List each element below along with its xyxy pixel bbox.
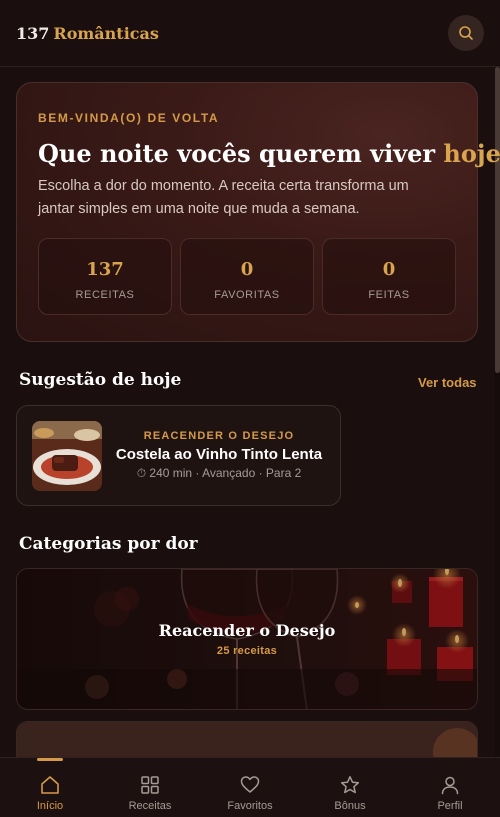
search-button[interactable] [448,15,484,51]
categories-section-title: Categorias por dor [19,534,198,554]
nav-item-bonus[interactable]: Bônus [300,758,400,817]
nav-label: Bônus [334,800,366,812]
category-count: 25 receitas [216,645,278,657]
hero-subtitle: Escolha a dor do momento. A receita cert… [38,178,409,217]
welcome-hero-card: BEM-VINDA(O) DE VOLTA Que noite vocês qu… [16,82,500,342]
user-icon [441,776,459,795]
brand-number: 137 [16,23,50,43]
nav-item-favoritos[interactable]: Favoritos [200,758,300,817]
heart-icon [240,776,260,793]
suggestion-card[interactable]: REACENDER O DESEJO Costela ao Vinho Tint… [16,405,341,506]
suggestion-section-title: Sugestão de hoje [19,370,182,390]
stat-label: FEITAS [368,289,410,301]
stat-value: 0 [382,259,396,280]
grid-icon [141,776,159,794]
app-header: 137 Românticas [0,0,500,67]
recipe-thumbnail [32,421,102,491]
suggestion-title: Costela ao Vinho Tinto Lenta [115,446,323,463]
stat-recipes[interactable]: 137 RECEITAS [38,238,172,315]
nav-item-inicio[interactable]: Início [0,758,100,817]
brand-logo[interactable]: 137 Românticas [16,24,159,43]
nav-label: Início [36,800,64,812]
suggestion-category: REACENDER O DESEJO [143,430,295,442]
see-all-link[interactable]: Ver todas [418,375,477,390]
search-icon [459,26,473,40]
stat-done[interactable]: 0 FEITAS [322,238,456,315]
active-indicator [37,758,63,761]
stat-value: 0 [240,259,254,280]
suggestion-meta: ⏱ 240 min · Avançado · Para 2 [136,466,302,480]
brand-word: Românticas [53,23,159,43]
hero-title-prefix: Que noite vocês querem viver [38,139,444,168]
stat-label: RECEITAS [75,289,135,301]
hero-title-accent: hoje [443,139,500,168]
home-icon [41,776,59,794]
bottom-navigation: Início Receitas Favoritos Bônus Perfil [0,757,500,817]
stat-label: FAVORITAS [214,289,280,301]
hero-title: Que noite vocês querem viver hoje? [38,139,500,168]
stat-value: 137 [86,259,124,280]
star-icon [340,776,360,794]
nav-item-perfil[interactable]: Perfil [400,758,500,817]
hero-kicker: BEM-VINDA(O) DE VOLTA [38,111,220,125]
category-name: Reacender o Desejo [158,621,336,640]
scrollbar-thumb[interactable] [495,67,500,373]
nav-label: Favoritos [227,800,273,812]
category-card-reacender[interactable]: Reacender o Desejo 25 receitas [16,568,478,710]
stat-favorites[interactable]: 0 FAVORITAS [180,238,314,315]
nav-label: Perfil [437,800,463,812]
nav-item-receitas[interactable]: Receitas [100,758,200,817]
nav-label: Receitas [128,800,172,812]
